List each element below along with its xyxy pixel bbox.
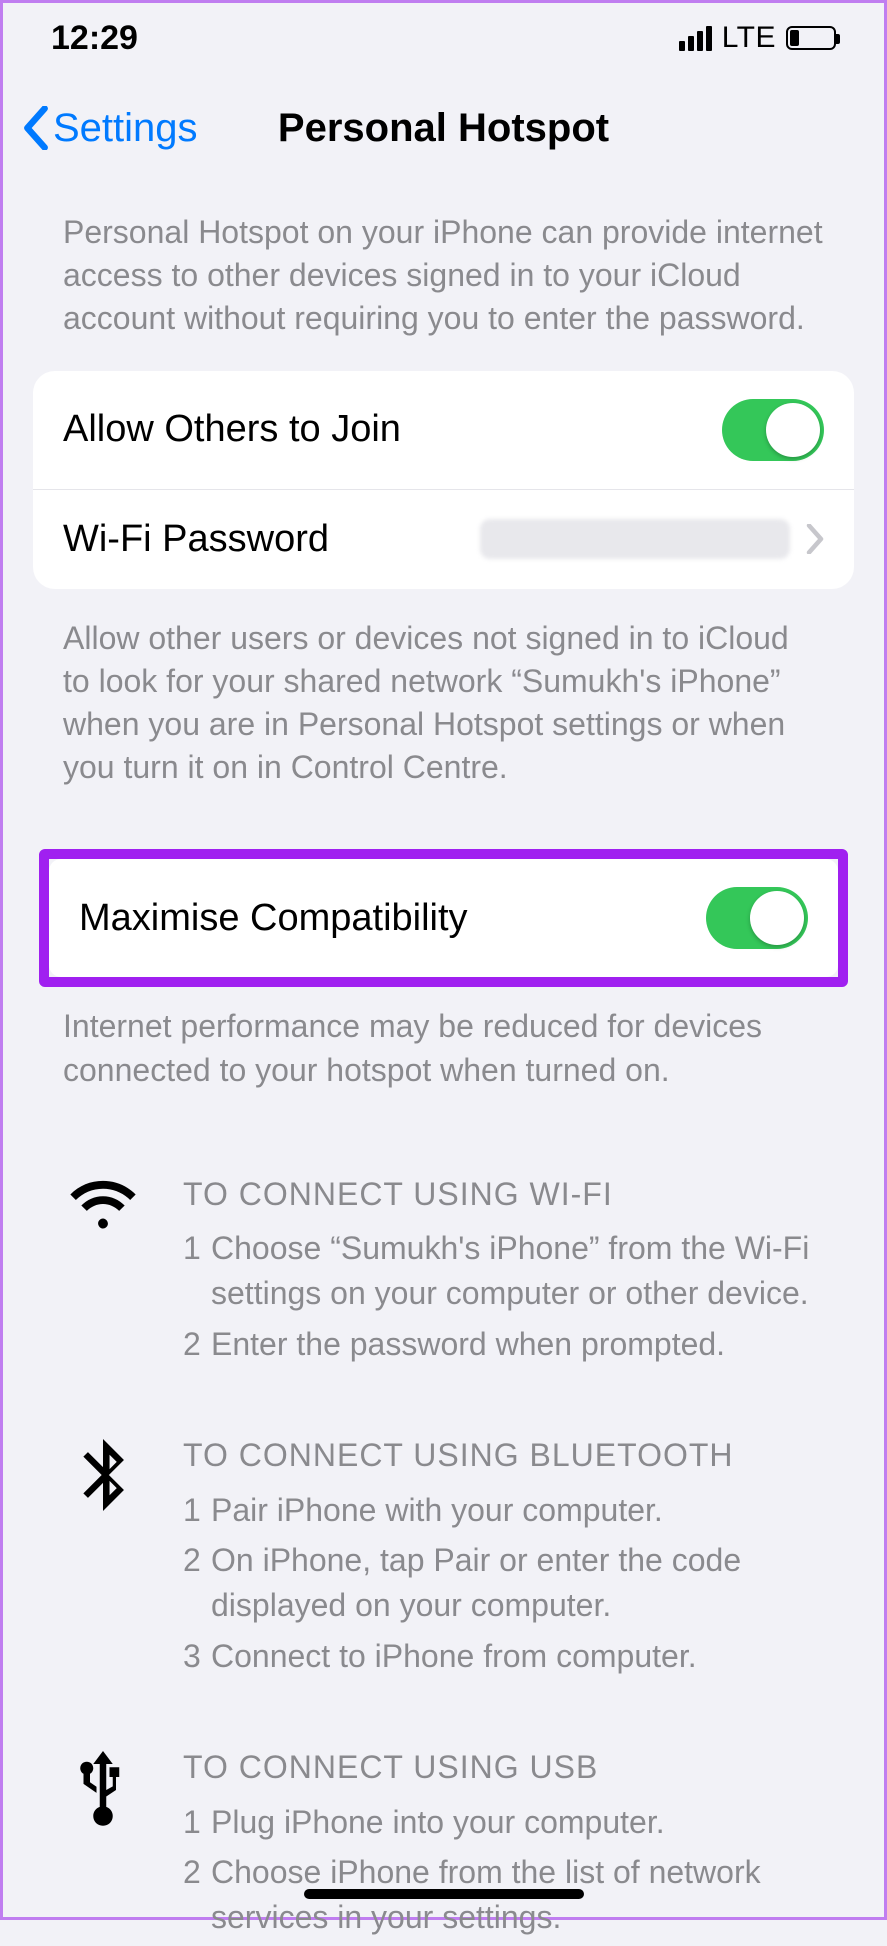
instruction-wifi-title: TO CONNECT USING WI-FI <box>183 1172 824 1217</box>
wifi-icon <box>63 1172 143 1373</box>
instruction-usb-title: TO CONNECT USING USB <box>183 1745 824 1790</box>
instruction-bluetooth-title: TO CONNECT USING BLUETOOTH <box>183 1433 824 1478</box>
status-right: LTE <box>679 21 836 55</box>
cellular-signal-icon <box>679 26 712 51</box>
maximise-compat-label: Maximise Compatibility <box>79 897 468 940</box>
status-time: 12:29 <box>51 19 138 58</box>
chevron-left-icon <box>23 106 49 150</box>
battery-icon <box>786 26 836 50</box>
annotation-highlight-box: Maximise Compatibility <box>39 849 848 987</box>
back-label: Settings <box>53 106 198 151</box>
usb-icon <box>63 1745 143 1946</box>
allow-others-toggle[interactable] <box>722 399 824 461</box>
maximise-compat-cell[interactable]: Maximise Compatibility <box>49 859 838 977</box>
intro-description: Personal Hotspot on your iPhone can prov… <box>33 183 854 371</box>
instruction-wifi: TO CONNECT USING WI-FI Choose “Sumukh's … <box>63 1172 824 1373</box>
wifi-password-label: Wi-Fi Password <box>63 518 329 561</box>
nav-header: Settings Personal Hotspot <box>3 73 884 183</box>
instruction-bluetooth-step1: Pair iPhone with your computer. <box>183 1488 824 1533</box>
instruction-bluetooth: TO CONNECT USING BLUETOOTH Pair iPhone w… <box>63 1433 824 1685</box>
bluetooth-icon <box>63 1433 143 1685</box>
back-button[interactable]: Settings <box>23 106 198 151</box>
allow-others-label: Allow Others to Join <box>63 408 401 451</box>
settings-group-main: Allow Others to Join Wi-Fi Password <box>33 371 854 589</box>
settings-group-compat: Maximise Compatibility <box>49 859 838 977</box>
wifi-password-cell[interactable]: Wi-Fi Password <box>33 489 854 589</box>
instruction-wifi-step1: Choose “Sumukh's iPhone” from the Wi-Fi … <box>183 1226 824 1316</box>
allow-others-footer: Allow other users or devices not signed … <box>33 589 854 820</box>
allow-others-cell[interactable]: Allow Others to Join <box>33 371 854 489</box>
wifi-password-value-redacted <box>480 519 790 559</box>
instructions-section: TO CONNECT USING WI-FI Choose “Sumukh's … <box>33 1122 854 1946</box>
instruction-bluetooth-step3: Connect to iPhone from computer. <box>183 1634 824 1679</box>
maximise-compat-footer: Internet performance may be reduced for … <box>33 987 854 1121</box>
instruction-wifi-step2: Enter the password when prompted. <box>183 1322 824 1367</box>
network-type-label: LTE <box>722 21 776 55</box>
status-bar: 12:29 LTE <box>3 3 884 73</box>
maximise-compat-toggle[interactable] <box>706 887 808 949</box>
chevron-right-icon <box>806 524 824 554</box>
instruction-usb-step1: Plug iPhone into your computer. <box>183 1800 824 1845</box>
instruction-bluetooth-step2: On iPhone, tap Pair or enter the code di… <box>183 1538 824 1628</box>
instruction-usb: TO CONNECT USING USB Plug iPhone into yo… <box>63 1745 824 1946</box>
home-indicator[interactable] <box>304 1889 584 1899</box>
